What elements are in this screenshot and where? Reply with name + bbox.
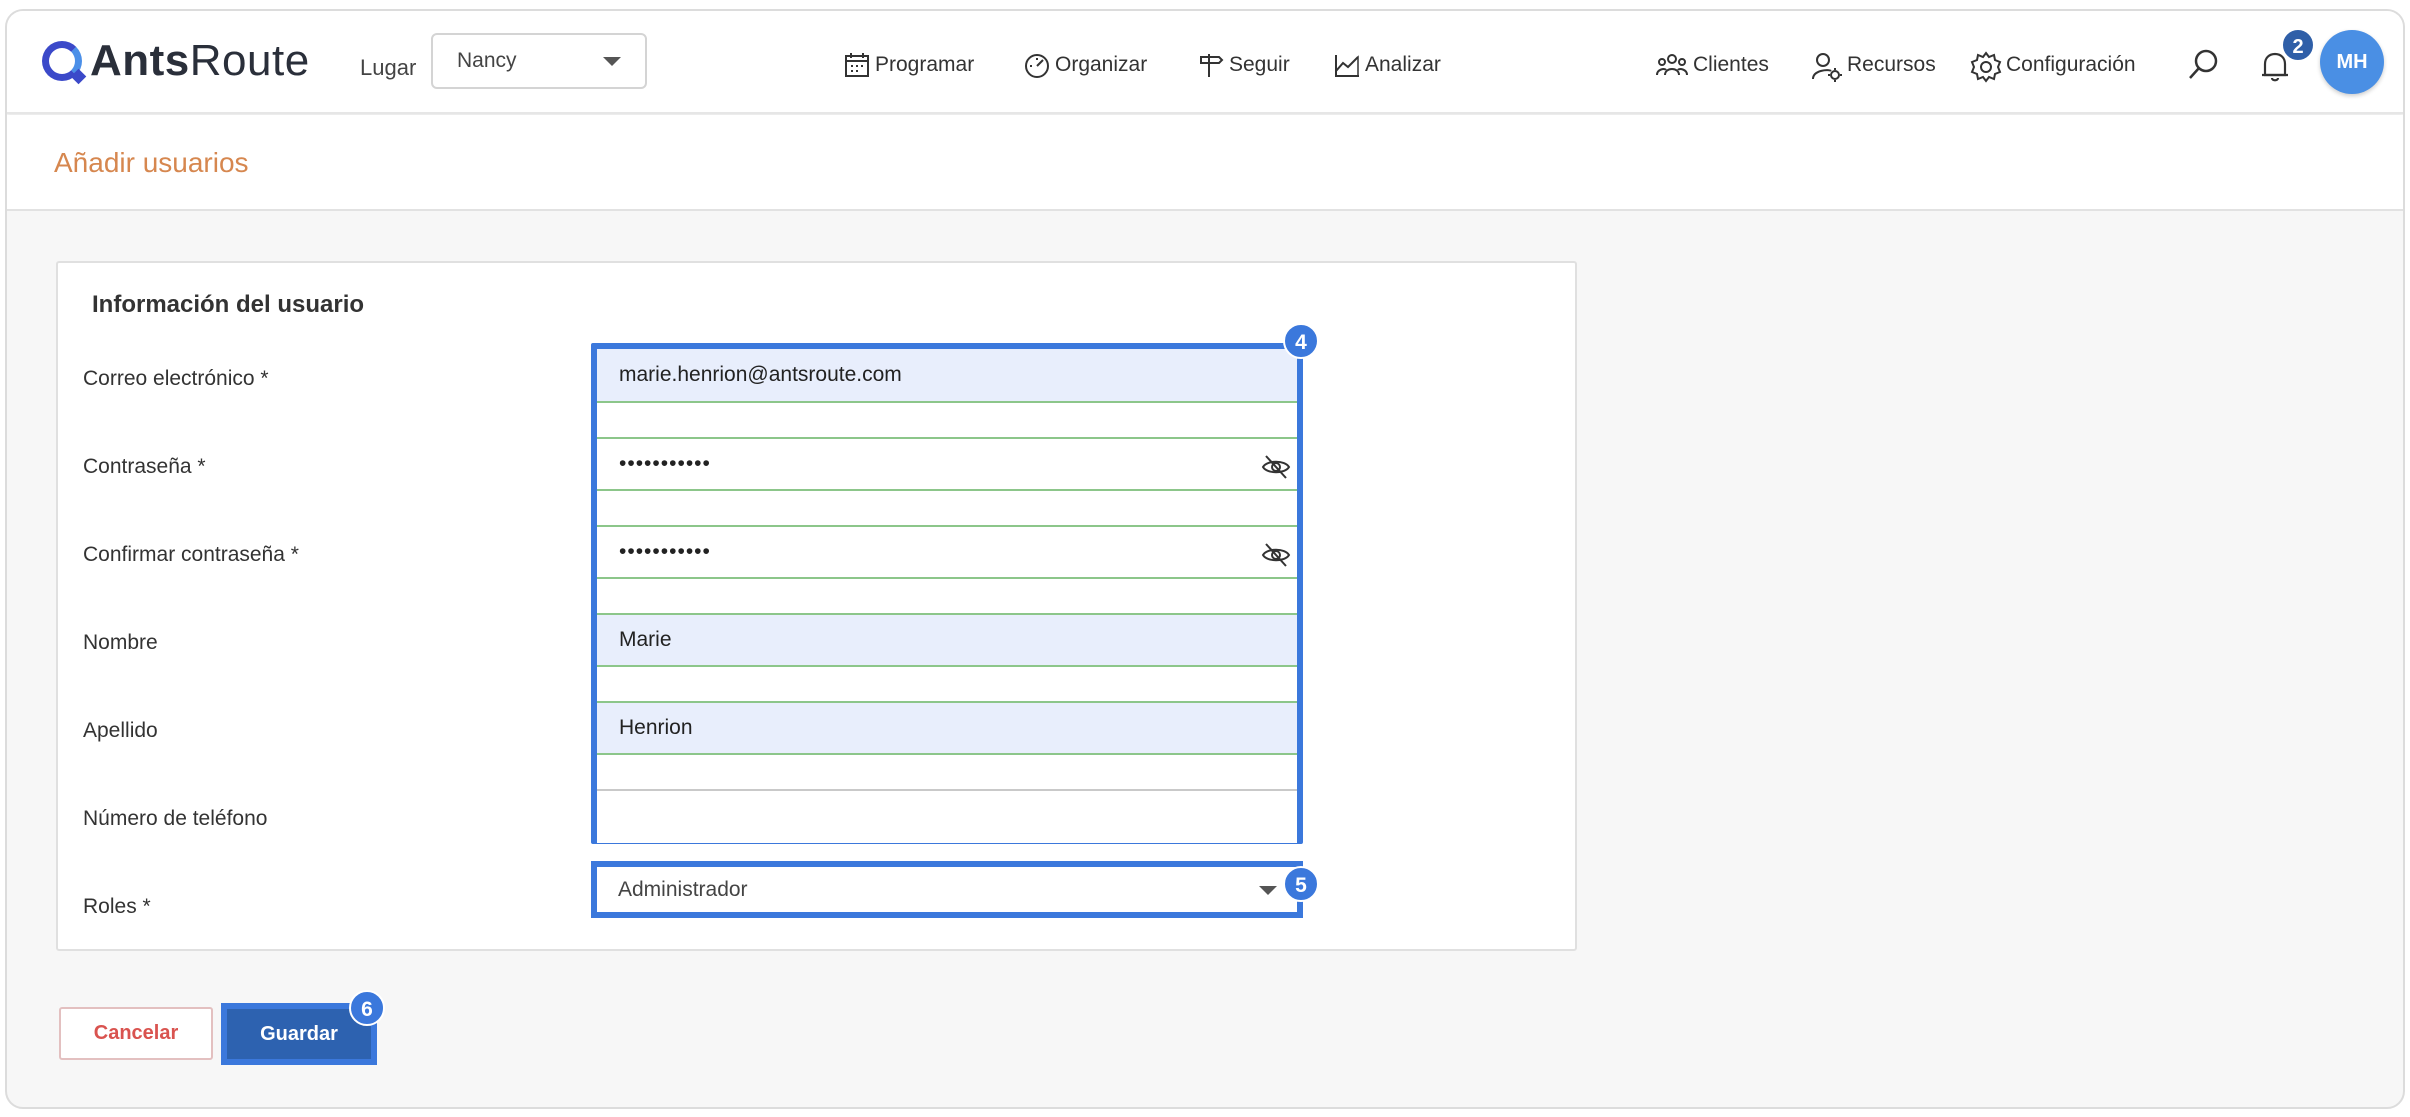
nav-clientes[interactable]: Clientes	[1655, 51, 1769, 79]
roles-label: Roles *	[83, 895, 151, 918]
antsroute-logo[interactable]: AntsRoute	[42, 35, 310, 87]
page-header: Añadir usuarios	[7, 115, 2403, 211]
nav-programar[interactable]: Programar	[843, 51, 974, 79]
save-button[interactable]: Guardar	[227, 1009, 371, 1059]
last-name-value: Henrion	[619, 716, 693, 739]
step-badge-4: 4	[1283, 323, 1319, 359]
email-value: marie.henrion@antsroute.com	[619, 363, 902, 386]
first-name-field[interactable]: Marie	[597, 613, 1297, 667]
chevron-down-icon	[603, 57, 621, 66]
last-name-field[interactable]: Henrion	[597, 701, 1297, 755]
email-field[interactable]: marie.henrion@antsroute.com	[597, 349, 1297, 403]
highlighted-fields-group: marie.henrion@antsroute.com ••••••••••• …	[591, 343, 1303, 844]
gear-icon	[1970, 51, 2002, 83]
signpost-icon	[1197, 51, 1225, 79]
lugar-label: Lugar	[360, 55, 417, 80]
password-value: •••••••••••	[619, 452, 711, 475]
chevron-down-icon	[1259, 885, 1277, 895]
lugar-value: Nancy	[457, 49, 517, 72]
gauge-icon	[1023, 51, 1051, 79]
nav-label: Clientes	[1693, 53, 1769, 76]
nav-label: Seguir	[1229, 53, 1290, 76]
first-name-label: Nombre	[83, 631, 158, 654]
nav-configuracion[interactable]: Configuración	[1970, 51, 2136, 83]
roles-value: Administrador	[618, 877, 748, 901]
logo-icon	[42, 41, 82, 81]
search-icon	[2187, 47, 2221, 81]
nav-organizar[interactable]: Organizar	[1023, 51, 1147, 79]
phone-label: Número de teléfono	[83, 807, 268, 830]
nav-label: Organizar	[1055, 53, 1148, 76]
resources-icon	[1811, 51, 1843, 82]
notification-badge: 2	[2281, 28, 2315, 62]
user-info-card: Información del usuario Correo electróni…	[56, 261, 1577, 951]
chart-icon	[1333, 51, 1361, 79]
last-name-label: Apellido	[83, 719, 158, 742]
confirm-password-value: •••••••••••	[619, 540, 711, 563]
clients-icon	[1655, 51, 1689, 79]
cancel-button[interactable]: Cancelar	[59, 1007, 213, 1060]
eye-off-icon[interactable]	[1261, 540, 1291, 570]
eye-off-icon[interactable]	[1261, 452, 1291, 482]
first-name-value: Marie	[619, 628, 672, 651]
nav-label: Recursos	[1847, 53, 1936, 76]
page-title: Añadir usuarios	[54, 147, 249, 178]
search-button[interactable]	[2187, 47, 2225, 81]
logo-text-bold: Ants	[90, 36, 190, 85]
step-badge-5: 5	[1283, 866, 1319, 902]
avatar[interactable]: MH	[2320, 30, 2384, 94]
confirm-password-label: Confirmar contraseña *	[83, 543, 299, 566]
calendar-icon	[843, 51, 871, 79]
nav-label: Configuración	[2006, 53, 2136, 76]
phone-field[interactable]	[597, 789, 1297, 843]
roles-select[interactable]: Administrador	[591, 861, 1303, 918]
email-label: Correo electrónico *	[83, 367, 269, 390]
confirm-password-field[interactable]: •••••••••••	[597, 525, 1297, 579]
nav-seguir[interactable]: Seguir	[1197, 51, 1290, 79]
password-field[interactable]: •••••••••••	[597, 437, 1297, 491]
step-badge-6: 6	[349, 990, 385, 1026]
password-label: Contraseña *	[83, 455, 206, 478]
top-bar: AntsRoute Lugar Nancy Programar Organiza…	[7, 11, 2403, 114]
nav-analizar[interactable]: Analizar	[1333, 51, 1441, 79]
app-window: AntsRoute Lugar Nancy Programar Organiza…	[5, 9, 2405, 1109]
logo-text-light: Route	[189, 36, 310, 85]
nav-recursos[interactable]: Recursos	[1811, 51, 1936, 82]
nav-label: Analizar	[1365, 53, 1441, 76]
lugar-select[interactable]: Nancy	[431, 33, 647, 89]
section-title: Información del usuario	[92, 291, 365, 318]
nav-label: Programar	[875, 53, 975, 76]
